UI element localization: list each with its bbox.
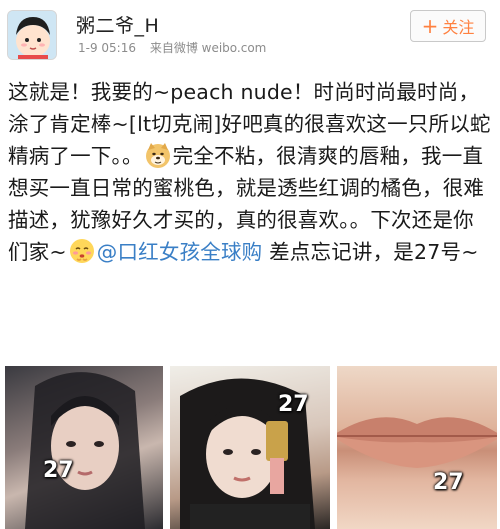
post-meta: 1-9 05:16 来自微博 weibo.com [78,39,266,56]
photo-label: 27 [433,470,464,495]
mention-link[interactable]: @口红女孩全球购 [97,240,263,264]
photo-thumbnail-3[interactable]: 27 [337,366,497,529]
photo-thumbnail-1[interactable]: 27 [5,366,163,529]
photo-grid: 27 27 27 [0,366,500,529]
avatar[interactable] [7,10,57,60]
username[interactable]: 粥二爷_H [76,11,159,38]
shy-emoji-icon [68,237,96,265]
plus-icon: + [421,14,439,38]
photo-label: 27 [43,458,74,483]
post-header: 粥二爷_H 1-9 05:16 来自微博 weibo.com + 关注 [0,0,500,68]
doge-emoji-icon [144,141,172,169]
post-text-part-3: 差点忘记讲，是27号~ [262,240,479,264]
post-time: 1-9 05:16 [78,41,136,55]
post-body: 这就是！我要的~peach nude！时尚时尚最时尚，涂了肯定棒~[lt切克闹]… [8,76,494,268]
photo-label: 27 [278,392,309,417]
follow-label: 关注 [442,18,475,37]
photo-thumbnail-2[interactable]: 27 [170,366,330,529]
post-source[interactable]: 来自微博 weibo.com [150,41,267,55]
follow-button[interactable]: + 关注 [410,10,486,42]
